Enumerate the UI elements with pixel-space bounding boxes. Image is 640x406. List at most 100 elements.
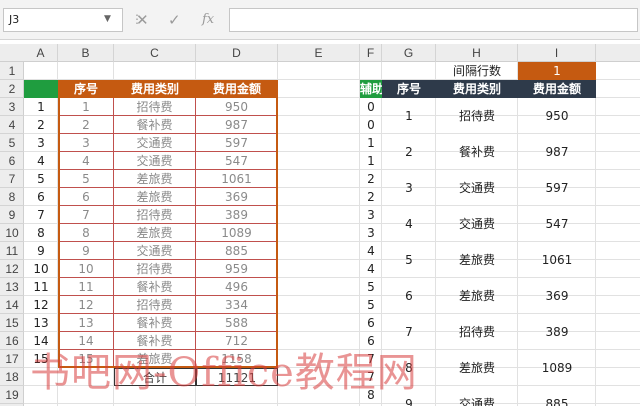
- left-a-cell[interactable]: 1: [24, 98, 58, 116]
- row-header-14[interactable]: 14: [0, 296, 24, 314]
- right-amount-cell[interactable]: 987: [518, 134, 596, 170]
- right-seq-cell[interactable]: 7: [382, 314, 436, 350]
- left-a-cell[interactable]: 10: [24, 260, 58, 278]
- right-category-cell[interactable]: 差旅费: [436, 278, 518, 314]
- cancel-icon[interactable]: ✕: [136, 8, 149, 32]
- column-header-d[interactable]: D: [196, 44, 278, 62]
- left-a-cell[interactable]: 4: [24, 152, 58, 170]
- enter-icon[interactable]: ✓: [168, 8, 181, 32]
- left-a-cell[interactable]: 8: [24, 224, 58, 242]
- aux-cell[interactable]: 4: [360, 242, 382, 260]
- aux-cell[interactable]: 5: [360, 278, 382, 296]
- aux-cell[interactable]: 1: [360, 152, 382, 170]
- left-a-cell[interactable]: 2: [24, 116, 58, 134]
- name-box-dropdown-icon[interactable]: ▼: [104, 8, 111, 30]
- right-header-0[interactable]: 序号: [382, 80, 436, 98]
- column-header-i[interactable]: I: [518, 44, 596, 62]
- column-header-g[interactable]: G: [382, 44, 436, 62]
- aux-header[interactable]: 辅助: [360, 80, 384, 98]
- row-header-9[interactable]: 9: [0, 206, 24, 224]
- left-a-cell[interactable]: 11: [24, 278, 58, 296]
- right-amount-cell[interactable]: 369: [518, 278, 596, 314]
- row-header-2[interactable]: 2: [0, 80, 24, 98]
- right-category-cell[interactable]: 交通费: [436, 170, 518, 206]
- column-header-e[interactable]: E: [278, 44, 360, 62]
- right-category-cell[interactable]: 差旅费: [436, 242, 518, 278]
- column-header-c[interactable]: C: [114, 44, 196, 62]
- aux-cell[interactable]: 6: [360, 332, 382, 350]
- right-amount-cell[interactable]: 597: [518, 170, 596, 206]
- aux-cell[interactable]: 6: [360, 314, 382, 332]
- row-header-13[interactable]: 13: [0, 278, 24, 296]
- right-amount-cell[interactable]: 950: [518, 98, 596, 134]
- row-header-17[interactable]: 17: [0, 350, 24, 368]
- aux-cell[interactable]: 0: [360, 116, 382, 134]
- aux-cell[interactable]: 7: [360, 368, 382, 386]
- aux-cell[interactable]: 4: [360, 260, 382, 278]
- right-category-cell[interactable]: 招待费: [436, 314, 518, 350]
- left-a-cell[interactable]: 3: [24, 134, 58, 152]
- row-header-11[interactable]: 11: [0, 242, 24, 260]
- row-header-3[interactable]: 3: [0, 98, 24, 116]
- right-seq-cell[interactable]: 5: [382, 242, 436, 278]
- right-seq-cell[interactable]: 9: [382, 386, 436, 406]
- right-amount-cell[interactable]: 885: [518, 386, 596, 406]
- row-header-16[interactable]: 16: [0, 332, 24, 350]
- row-header-5[interactable]: 5: [0, 134, 24, 152]
- right-amount-cell[interactable]: 547: [518, 206, 596, 242]
- aux-cell[interactable]: 3: [360, 206, 382, 224]
- row-header-15[interactable]: 15: [0, 314, 24, 332]
- right-amount-cell[interactable]: 1089: [518, 350, 596, 386]
- left-a-cell[interactable]: 12: [24, 296, 58, 314]
- row-header-8[interactable]: 8: [0, 188, 24, 206]
- right-seq-cell[interactable]: 2: [382, 134, 436, 170]
- formula-input[interactable]: [229, 8, 638, 32]
- left-a-cell[interactable]: 5: [24, 170, 58, 188]
- interval-label[interactable]: 间隔行数: [436, 62, 518, 80]
- left-a-cell[interactable]: 15: [24, 350, 58, 368]
- column-header-h[interactable]: H: [436, 44, 518, 62]
- right-category-cell[interactable]: 招待费: [436, 98, 518, 134]
- aux-cell[interactable]: 2: [360, 188, 382, 206]
- sheet-grid[interactable]: 序号 费用类别 费用金额 1 1 招待费 950 2 2 餐补费 987 3 3 交通费 597 4 4 交通费 5…: [24, 62, 640, 406]
- right-header-1[interactable]: 费用类别: [436, 80, 518, 98]
- row-header-10[interactable]: 10: [0, 224, 24, 242]
- right-category-cell[interactable]: 交通费: [436, 386, 518, 406]
- aux-cell[interactable]: 1: [360, 134, 382, 152]
- aux-cell[interactable]: 7: [360, 350, 382, 368]
- column-header-f[interactable]: F: [360, 44, 382, 62]
- right-category-cell[interactable]: 交通费: [436, 206, 518, 242]
- left-a-cell[interactable]: 6: [24, 188, 58, 206]
- row-header-7[interactable]: 7: [0, 170, 24, 188]
- right-seq-cell[interactable]: 8: [382, 350, 436, 386]
- left-a-cell[interactable]: 7: [24, 206, 58, 224]
- right-category-cell[interactable]: 餐补费: [436, 134, 518, 170]
- row-header-18[interactable]: 18: [0, 368, 24, 386]
- right-seq-cell[interactable]: 4: [382, 206, 436, 242]
- right-seq-cell[interactable]: 6: [382, 278, 436, 314]
- right-amount-cell[interactable]: 389: [518, 314, 596, 350]
- right-category-cell[interactable]: 差旅费: [436, 350, 518, 386]
- insert-function-icon[interactable]: fx: [202, 8, 214, 32]
- column-header-a[interactable]: A: [24, 44, 58, 62]
- left-a-cell[interactable]: 14: [24, 332, 58, 350]
- right-seq-cell[interactable]: 1: [382, 98, 436, 134]
- row-header-1[interactable]: 1: [0, 62, 24, 80]
- left-total-value[interactable]: 11121: [196, 368, 278, 386]
- aux-cell[interactable]: 2: [360, 170, 382, 188]
- right-header-2[interactable]: 费用金额: [518, 80, 596, 98]
- row-header-4[interactable]: 4: [0, 116, 24, 134]
- row-header-6[interactable]: 6: [0, 152, 24, 170]
- left-corner-green[interactable]: [24, 80, 58, 98]
- row-header-19[interactable]: 19: [0, 386, 24, 404]
- left-a-cell[interactable]: 13: [24, 314, 58, 332]
- aux-cell[interactable]: 8: [360, 386, 382, 404]
- row-header-12[interactable]: 12: [0, 260, 24, 278]
- aux-cell[interactable]: 3: [360, 224, 382, 242]
- right-seq-cell[interactable]: 3: [382, 170, 436, 206]
- interval-value[interactable]: 1: [518, 62, 596, 80]
- aux-cell[interactable]: 5: [360, 296, 382, 314]
- left-total-label[interactable]: 合计: [114, 368, 196, 386]
- aux-cell[interactable]: 0: [360, 98, 382, 116]
- column-header-b[interactable]: B: [58, 44, 114, 62]
